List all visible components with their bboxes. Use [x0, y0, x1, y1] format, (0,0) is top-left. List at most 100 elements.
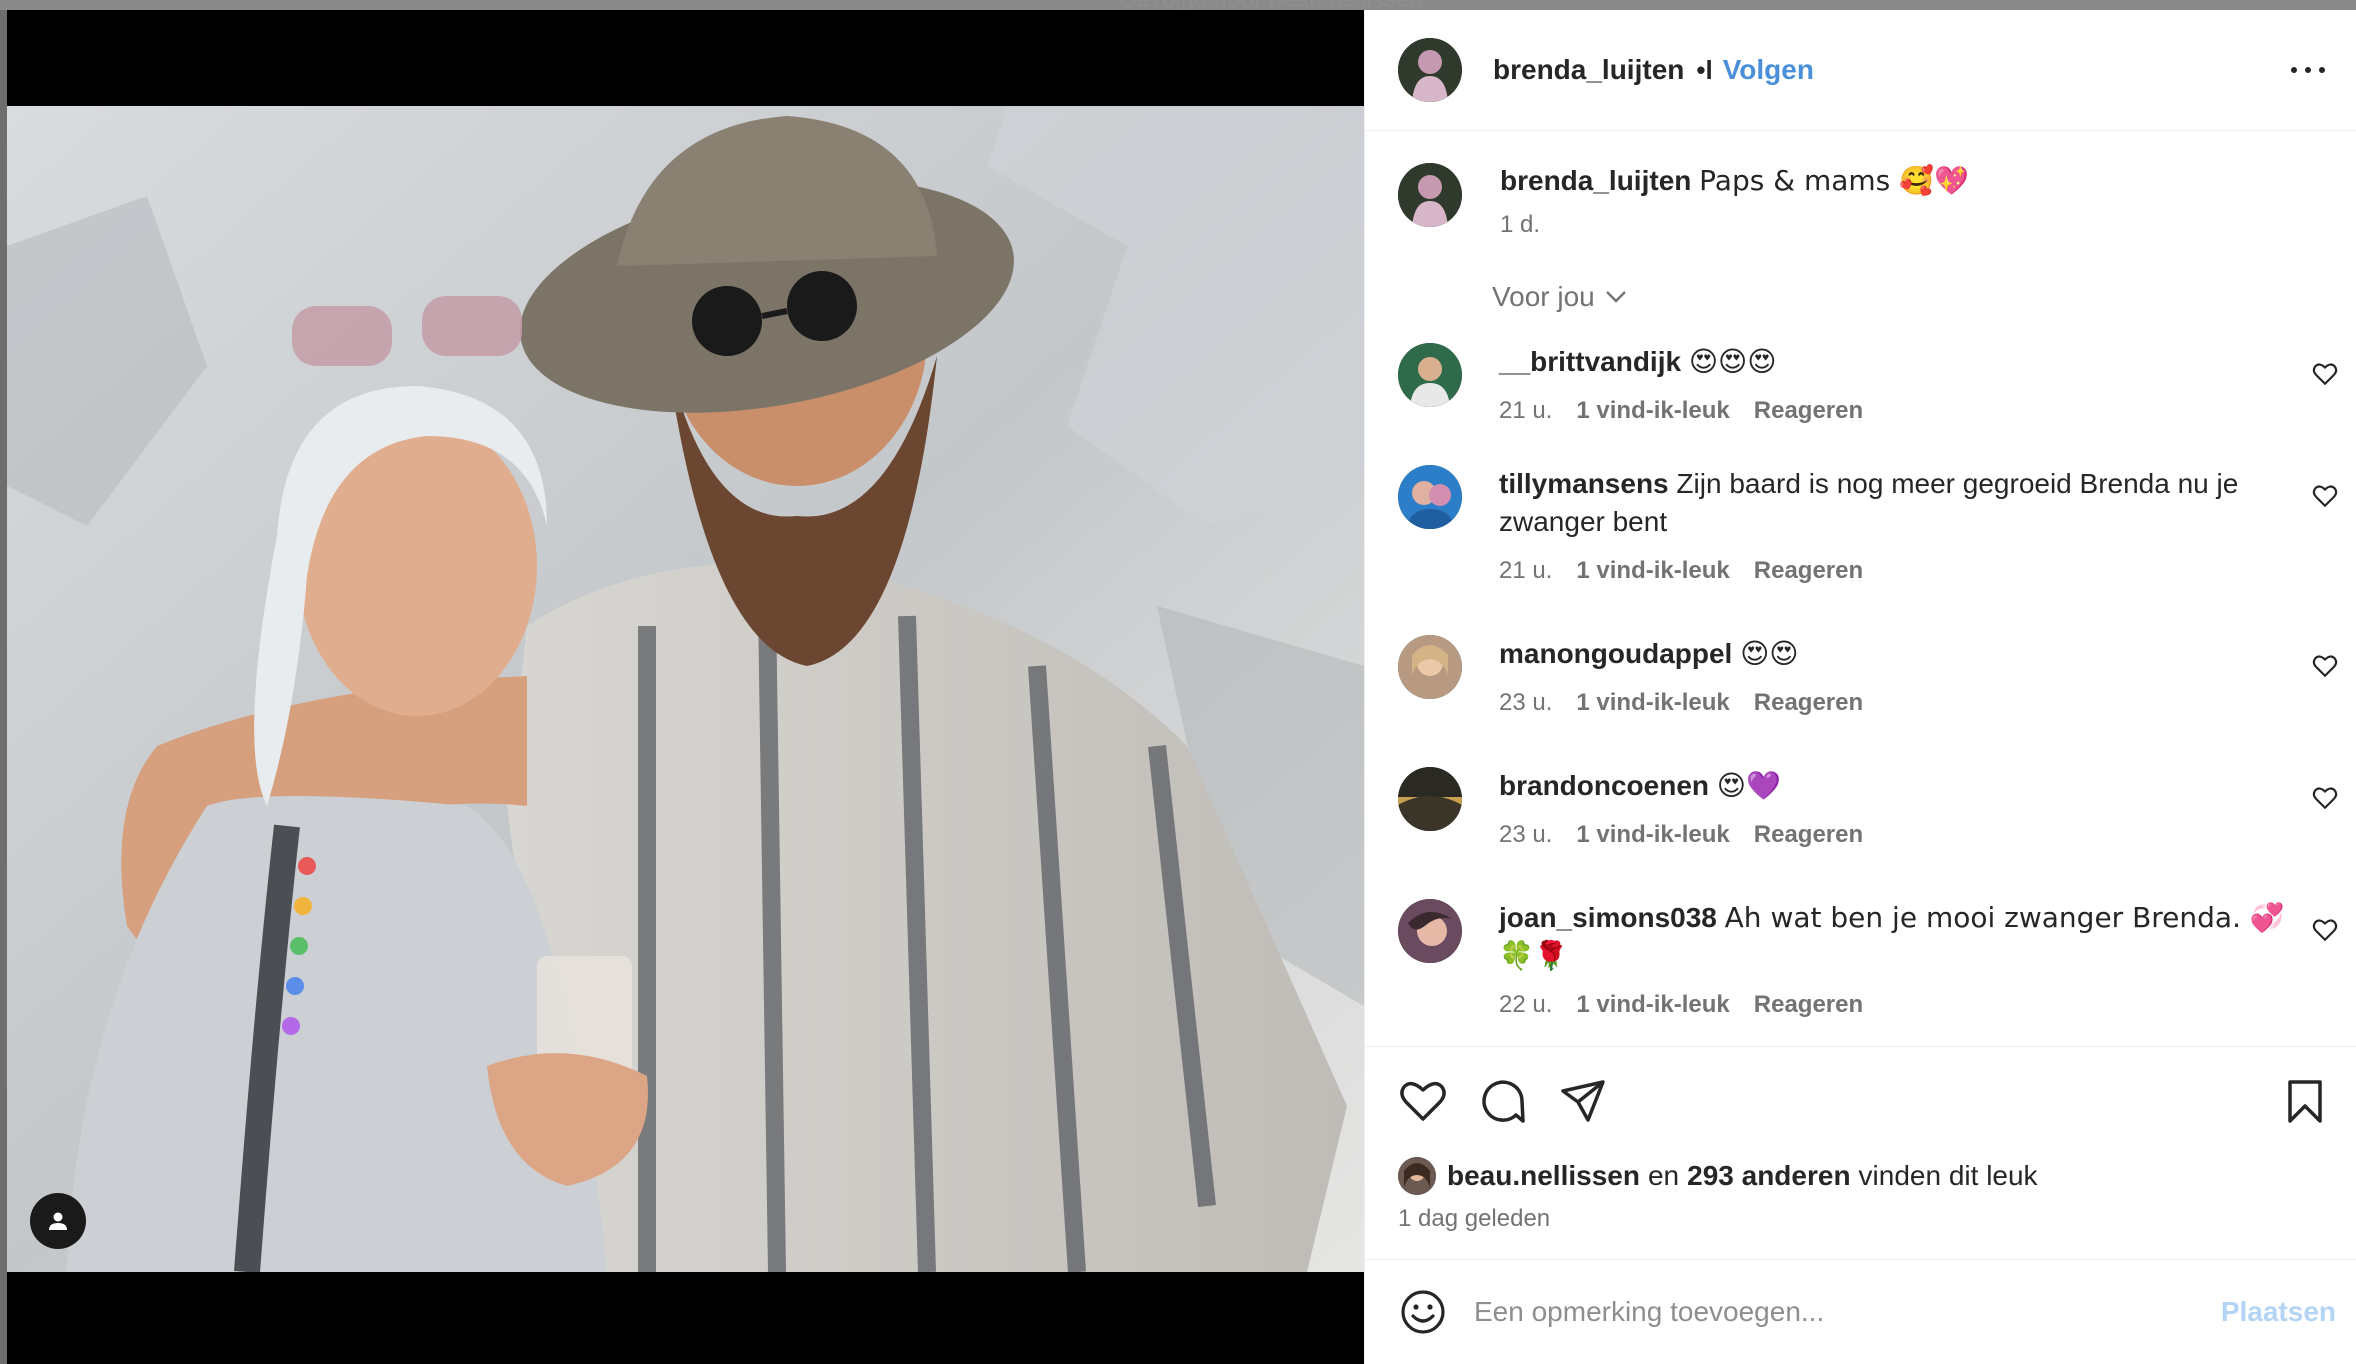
caption-text: Paps & mams 🥰💖: [1699, 164, 1969, 197]
comment-likes[interactable]: 1 vind-ik-leuk: [1576, 991, 1729, 1019]
comment-likes[interactable]: 1 vind-ik-leuk: [1576, 397, 1729, 425]
comment-item: tillymansens Zijn baard is nog meer gegr…: [1398, 465, 2356, 585]
post-photo[interactable]: [7, 106, 1364, 1272]
likes-others-link[interactable]: 293 anderen: [1687, 1160, 1850, 1192]
reply-button[interactable]: Reageren: [1754, 557, 1863, 585]
comment-meta: 22 u. 1 vind-ik-leuk Reageren: [1499, 991, 2286, 1019]
comment-item: __brittvandijk 😍😍😍 21 u. 1 vind-ik-leuk …: [1398, 343, 2356, 425]
author-avatar-image: [1398, 38, 1462, 102]
comment-like-heart-icon[interactable]: [2312, 361, 2338, 387]
author-username[interactable]: brenda_luijten: [1493, 54, 1684, 86]
comment-meta: 21 u. 1 vind-ik-leuk Reageren: [1499, 557, 2286, 585]
comments-list[interactable]: brenda_luijten Paps & mams 🥰💖 1 d. Voor …: [1365, 131, 2356, 1046]
follow-button[interactable]: Volgen: [1723, 54, 1814, 86]
caption-text-line: brenda_luijten Paps & mams 🥰💖: [1500, 163, 1969, 199]
chevron-down-icon: [1605, 291, 1626, 303]
likes-suffix: vinden dit leuk: [1858, 1160, 2038, 1191]
more-icon-dot: [2319, 67, 2325, 73]
comment-time[interactable]: 21 u.: [1499, 397, 1552, 425]
liker-avatar-image: [1398, 1157, 1436, 1195]
caption-body: brenda_luijten Paps & mams 🥰💖 1 d.: [1500, 163, 1969, 239]
post-media: [7, 10, 1364, 1364]
likes-summary: beau.nellissen en 293 anderen vinden dit…: [1365, 1127, 2356, 1195]
likes-connector: en: [1647, 1160, 1680, 1191]
comment-time[interactable]: 23 u.: [1499, 689, 1552, 717]
post-header: brenda_luijten •l Volgen: [1365, 10, 2356, 131]
comment-avatar[interactable]: [1398, 635, 1462, 699]
comment-avatar[interactable]: [1398, 767, 1462, 831]
post-modal: brenda_luijten •l Volgen brenda_luijten …: [7, 10, 2356, 1364]
comment-text-line: __brittvandijk 😍😍😍: [1499, 343, 1863, 381]
smiley-icon[interactable]: [1398, 1287, 1448, 1337]
comment-time[interactable]: 22 u.: [1499, 991, 1552, 1019]
comment-item: brandoncoenen 😍💜 23 u. 1 vind-ik-leuk Re…: [1398, 767, 2356, 849]
reply-button[interactable]: Reageren: [1754, 991, 1863, 1019]
comment-avatar[interactable]: [1398, 899, 1462, 963]
comment-text-line: manongoudappel 😍😍: [1499, 635, 1863, 673]
comment-like-heart-icon[interactable]: [2312, 917, 2338, 943]
comment-text-line: brandoncoenen 😍💜: [1499, 767, 1863, 805]
bookmark-icon[interactable]: [2280, 1076, 2330, 1126]
comment-icon[interactable]: [1478, 1076, 1528, 1126]
commenter-avatar-image: [1398, 767, 1462, 831]
caption-avatar[interactable]: [1398, 163, 1462, 227]
comment-username[interactable]: brandoncoenen: [1499, 770, 1709, 801]
comment-like-heart-icon[interactable]: [2312, 483, 2338, 509]
comment-likes[interactable]: 1 vind-ik-leuk: [1576, 557, 1729, 585]
comment-meta: 21 u. 1 vind-ik-leuk Reageren: [1499, 397, 1863, 425]
liker-avatar[interactable]: [1398, 1157, 1436, 1195]
post-caption: brenda_luijten Paps & mams 🥰💖 1 d.: [1398, 163, 2356, 239]
comment-likes[interactable]: 1 vind-ik-leuk: [1576, 821, 1729, 849]
comment-body: __brittvandijk 😍😍😍 21 u. 1 vind-ik-leuk …: [1499, 343, 1863, 425]
comment-avatar[interactable]: [1398, 465, 1462, 529]
user-tag-icon: [49, 1212, 67, 1230]
comment-input[interactable]: [1474, 1296, 2221, 1328]
commenter-avatar-image: [1398, 899, 1462, 963]
comment-body: manongoudappel 😍😍 23 u. 1 vind-ik-leuk R…: [1499, 635, 1863, 717]
share-icon[interactable]: [1558, 1076, 1608, 1126]
comments-filter-dropdown[interactable]: Voor jou: [1492, 281, 2356, 313]
comment-item: manongoudappel 😍😍 23 u. 1 vind-ik-leuk R…: [1398, 635, 2356, 717]
commenter-avatar-image: [1398, 465, 1462, 529]
caption-time[interactable]: 1 d.: [1500, 211, 1969, 239]
comment-text: 😍😍: [1740, 637, 1799, 670]
action-bar: [1365, 1047, 2356, 1127]
comment-meta: 23 u. 1 vind-ik-leuk Reageren: [1499, 821, 1863, 849]
liker-username[interactable]: beau.nellissen: [1447, 1160, 1640, 1192]
reply-button[interactable]: Reageren: [1754, 821, 1863, 849]
post-side-panel: brenda_luijten •l Volgen brenda_luijten …: [1364, 10, 2356, 1364]
comment-text-line: joan_simons038 Ah wat ben je mooi zwange…: [1499, 899, 2286, 975]
more-options-button[interactable]: [2288, 50, 2328, 90]
post-actions-area: beau.nellissen en 293 anderen vinden dit…: [1365, 1046, 2356, 1259]
caption-username[interactable]: brenda_luijten: [1500, 165, 1691, 196]
comment-item: joan_simons038 Ah wat ben je mooi zwange…: [1398, 899, 2356, 1019]
comment-body: tillymansens Zijn baard is nog meer gegr…: [1499, 465, 2286, 585]
more-icon-dot: [2305, 67, 2311, 73]
user-tag-button[interactable]: [30, 1193, 86, 1249]
caption-avatar-image: [1398, 163, 1462, 227]
photo-illustration: [7, 106, 1364, 1272]
comment-username[interactable]: joan_simons038: [1499, 902, 1717, 933]
comment-time[interactable]: 21 u.: [1499, 557, 1552, 585]
comment-text: 😍💜: [1716, 769, 1781, 802]
reply-button[interactable]: Reageren: [1754, 397, 1863, 425]
comment-meta: 23 u. 1 vind-ik-leuk Reageren: [1499, 689, 1863, 717]
post-comment-button[interactable]: Plaatsen: [2221, 1296, 2336, 1328]
comment-username[interactable]: manongoudappel: [1499, 638, 1732, 669]
comment-time[interactable]: 23 u.: [1499, 821, 1552, 849]
comment-body: brandoncoenen 😍💜 23 u. 1 vind-ik-leuk Re…: [1499, 767, 1863, 849]
comment-body: joan_simons038 Ah wat ben je mooi zwange…: [1499, 899, 2286, 1019]
author-avatar[interactable]: [1398, 38, 1462, 102]
reply-button[interactable]: Reageren: [1754, 689, 1863, 717]
comment-like-heart-icon[interactable]: [2312, 653, 2338, 679]
commenter-avatar-image: [1398, 343, 1462, 407]
comments-filter-label: Voor jou: [1492, 281, 1595, 312]
comment-username[interactable]: tillymansens: [1499, 468, 1669, 499]
more-icon: [2291, 67, 2297, 73]
post-timestamp[interactable]: 1 dag geleden: [1365, 1195, 2356, 1233]
heart-icon[interactable]: [1398, 1076, 1448, 1126]
comment-like-heart-icon[interactable]: [2312, 785, 2338, 811]
comment-avatar[interactable]: [1398, 343, 1462, 407]
comment-likes[interactable]: 1 vind-ik-leuk: [1576, 689, 1729, 717]
comment-username[interactable]: __brittvandijk: [1499, 346, 1681, 377]
